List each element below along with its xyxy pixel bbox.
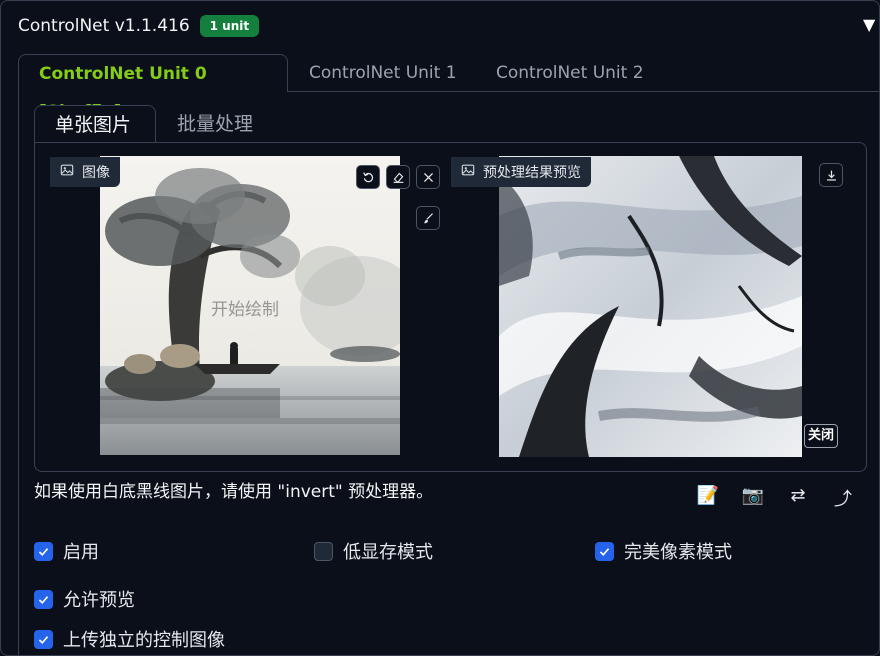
- panel-header[interactable]: ControlNet v1.1.416 1 unit: [18, 15, 260, 37]
- input-image-label-text: 图像: [82, 165, 110, 181]
- upload-independent-checkbox[interactable]: 上传独立的控制图像: [34, 626, 225, 652]
- swap-icon[interactable]: ⇄: [785, 485, 811, 511]
- brush-button[interactable]: [416, 206, 440, 230]
- memo-icon[interactable]: 📝: [695, 485, 721, 511]
- allow-preview-label: 允许预览: [63, 590, 135, 611]
- camera-icon[interactable]: 📷: [740, 485, 766, 511]
- input-image-label: 图像: [50, 157, 120, 187]
- check-icon: [599, 547, 610, 556]
- invert-hint: 如果使用白底黑线图片，请使用 "invert" 预处理器。: [34, 482, 434, 502]
- image-icon: [461, 163, 475, 181]
- eraser-button[interactable]: [386, 165, 410, 189]
- action-toolbar: 📝 📷 ⇄ ⤴: [695, 485, 856, 511]
- tab-unit-1[interactable]: ControlNet Unit 1: [289, 54, 477, 92]
- download-icon: [826, 170, 836, 181]
- preview-image: [499, 156, 802, 457]
- undo-button[interactable]: [356, 165, 380, 189]
- lowvram-checkbox[interactable]: 低显存模式: [314, 538, 433, 564]
- tab-unit-2[interactable]: ControlNet Unit 2: [476, 54, 664, 92]
- image-icon: [60, 163, 74, 181]
- pixel-perfect-label: 完美像素模式: [624, 542, 732, 563]
- close-preview-button[interactable]: 关闭: [804, 424, 839, 448]
- eraser-icon: [393, 172, 403, 183]
- undo-icon: [362, 171, 373, 182]
- enable-checkbox[interactable]: 启用: [34, 538, 99, 564]
- tab-batch[interactable]: 批量处理: [157, 105, 273, 143]
- check-icon: [38, 635, 49, 644]
- close-icon: [423, 172, 433, 182]
- enable-label: 启用: [63, 542, 99, 563]
- checkbox-checked[interactable]: [34, 541, 53, 561]
- collapse-icon[interactable]: ▼: [863, 15, 875, 34]
- clear-button[interactable]: [416, 165, 440, 189]
- checkbox-checked[interactable]: [595, 541, 614, 561]
- draw-hint-text: 开始绘制: [211, 300, 279, 320]
- upload-independent-label: 上传独立的控制图像: [63, 630, 225, 651]
- check-icon: [38, 595, 49, 604]
- lowvram-label: 低显存模式: [343, 542, 433, 563]
- brush-icon: [423, 212, 433, 223]
- download-button[interactable]: [819, 163, 843, 187]
- controlnet-panel: ControlNet v1.1.416 1 unit ▼ ControlNet …: [0, 0, 880, 656]
- preview-label-text: 预处理结果预览: [483, 165, 581, 181]
- unit-count-badge: 1 unit: [199, 15, 260, 37]
- pixel-perfect-checkbox[interactable]: 完美像素模式: [595, 538, 732, 564]
- check-icon: [38, 547, 49, 556]
- send-dimensions-icon[interactable]: ⤴: [830, 485, 856, 511]
- allow-preview-checkbox[interactable]: 允许预览: [34, 586, 135, 612]
- checkbox-unchecked[interactable]: [314, 541, 333, 561]
- checkbox-checked[interactable]: [34, 629, 53, 649]
- checkbox-checked[interactable]: [34, 589, 53, 609]
- tab-single-image[interactable]: 单张图片: [34, 105, 156, 143]
- panel-title: ControlNet v1.1.416: [18, 16, 190, 36]
- preview-label: 预处理结果预览: [451, 157, 591, 187]
- tab-unit-0[interactable]: ControlNet Unit 0 [Shuffle]: [18, 54, 288, 122]
